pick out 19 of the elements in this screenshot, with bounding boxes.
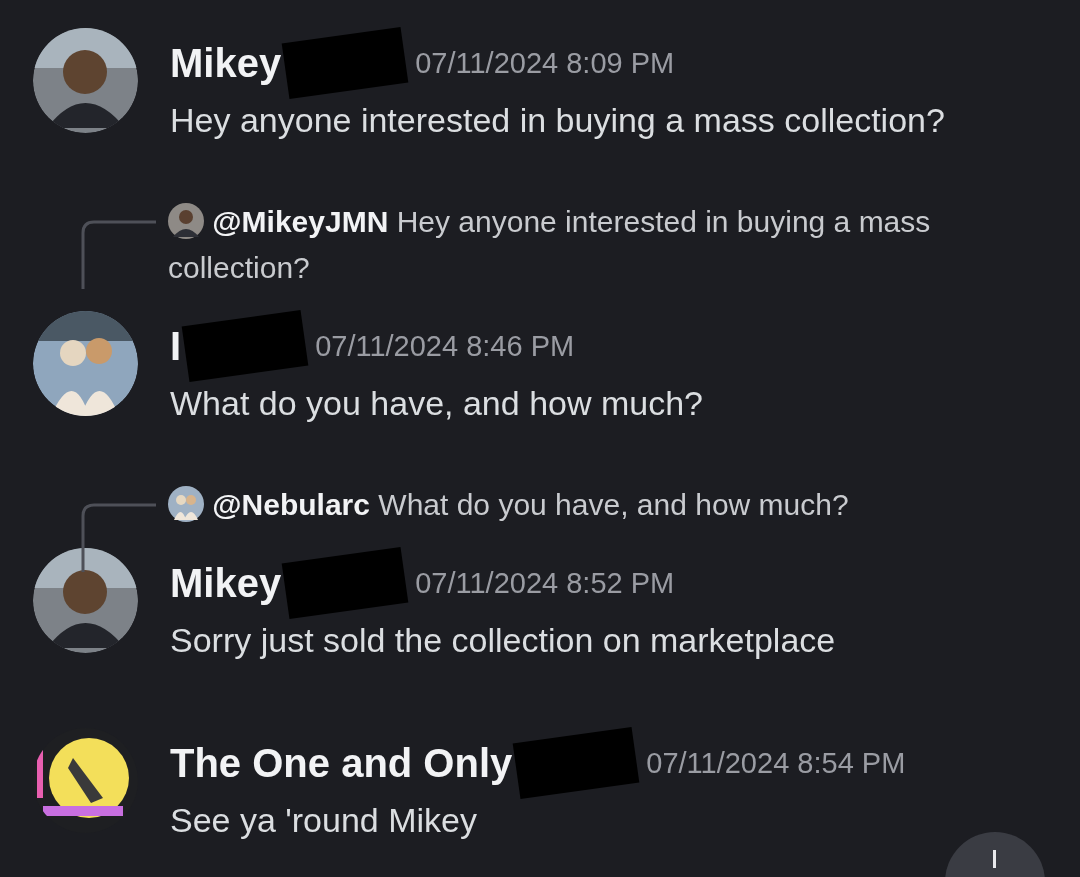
username[interactable]: I <box>170 323 182 369</box>
message-text: Hey anyone interested in buying a mass collection? <box>170 100 946 141</box>
username[interactable]: Mikey <box>170 560 282 606</box>
message-text: See ya 'round Mikey <box>170 800 478 841</box>
username[interactable]: The One and Only <box>170 740 513 786</box>
avatar-icon <box>168 486 204 522</box>
avatar-icon[interactable] <box>33 548 138 653</box>
avatar-icon[interactable] <box>33 311 138 416</box>
avatar-icon[interactable] <box>33 28 138 133</box>
timestamp: 07/11/2024 8:09 PM <box>415 46 675 80</box>
timestamp: 07/11/2024 8:52 PM <box>415 566 675 600</box>
message-text: Sorry just sold the collection on marketplace <box>170 620 837 661</box>
avatar-icon <box>168 203 204 239</box>
username[interactable]: Mikey <box>170 40 282 86</box>
timestamp: 07/11/2024 8:54 PM <box>646 746 906 780</box>
message-text: What do you have, and how much? <box>170 383 704 424</box>
reply-preview[interactable]: @Nebularc What do you have, and how much? <box>168 482 1008 528</box>
timestamp: 07/11/2024 8:46 PM <box>315 329 575 363</box>
reply-preview[interactable]: @MikeyJMN Hey anyone interested in buying a mass collection? <box>168 199 1008 291</box>
